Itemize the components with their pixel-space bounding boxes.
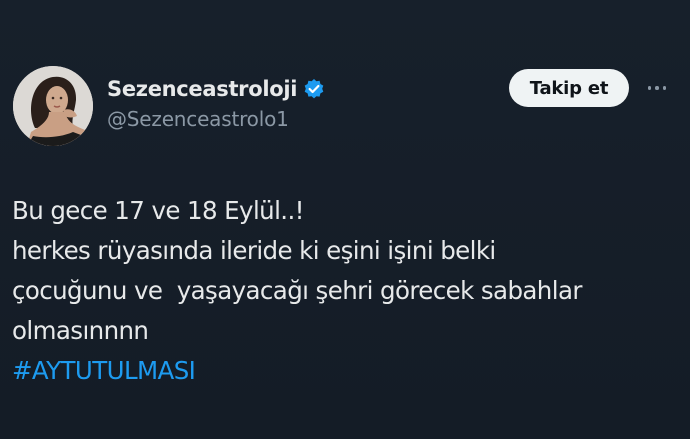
- tweet-text: Bu gece 17 ve 18 Eylül..! herkes rüyasın…: [12, 191, 682, 391]
- ellipsis-dot: [647, 86, 652, 90]
- avatar[interactable]: [13, 66, 93, 146]
- tweet-text-line: Bu gece 17 ve 18 Eylül..!: [12, 196, 304, 225]
- profile-photo-icon: [13, 66, 93, 146]
- verified-badge-icon: [303, 78, 325, 100]
- tweet-text-line: herkes rüyasında ileride ki eşini işini …: [12, 236, 496, 265]
- tweet-card: Sezenceastroloji @Sezenceastrolo1 Takip …: [0, 0, 690, 439]
- ellipsis-dot: [662, 86, 667, 90]
- tweet-text-line: olmasınnnn: [12, 316, 149, 345]
- tweet-text-line: çocuğunu ve yaşayacağı şehri görecek sab…: [12, 276, 582, 305]
- ellipsis-dot: [655, 86, 659, 90]
- author-handle[interactable]: @Sezenceastrolo1: [107, 107, 289, 131]
- author-name-row: Sezenceastroloji: [107, 73, 325, 105]
- follow-button[interactable]: Takip et: [509, 69, 629, 107]
- hashtag-link[interactable]: #AYTUTULMASI: [12, 351, 682, 391]
- display-name[interactable]: Sezenceastroloji: [107, 77, 298, 101]
- ellipsis-icon[interactable]: [643, 78, 671, 98]
